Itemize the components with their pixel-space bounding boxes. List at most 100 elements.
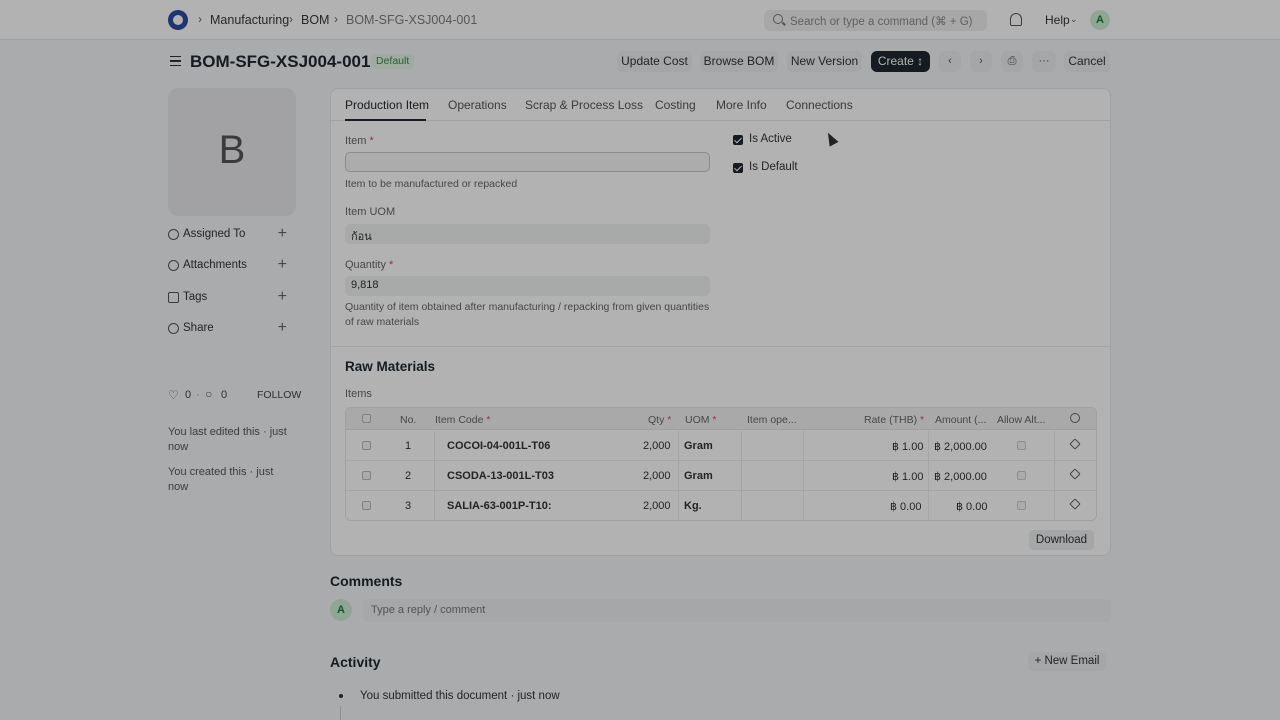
- cell-amount[interactable]: ฿ 2,000.00: [934, 470, 987, 483]
- cell-rate[interactable]: ฿ 1.00: [892, 440, 923, 453]
- sidebar-item-assigned-to[interactable]: Assigned To +: [168, 225, 293, 244]
- plus-icon[interactable]: +: [278, 288, 287, 306]
- column-divider: [1054, 461, 1055, 491]
- edit-icon[interactable]: [1069, 468, 1081, 480]
- timeline-line: [340, 706, 341, 720]
- section-divider: [331, 346, 1110, 347]
- tab-costing[interactable]: Costing: [655, 98, 696, 112]
- follow-button[interactable]: FOLLOW: [257, 389, 301, 401]
- app-logo-icon[interactable]: [168, 10, 188, 30]
- is-default-checkbox[interactable]: [733, 163, 743, 173]
- cell-uom[interactable]: Kg.: [684, 500, 702, 512]
- column-divider: [803, 431, 804, 461]
- avatar[interactable]: A: [1090, 10, 1110, 30]
- update-cost-button[interactable]: Update Cost: [617, 51, 692, 72]
- select-all-checkbox[interactable]: [362, 414, 371, 423]
- item-field[interactable]: [345, 152, 710, 172]
- plus-icon[interactable]: +: [278, 256, 287, 274]
- comments-title: Comments: [330, 573, 403, 589]
- page-head: BOM-SFG-XSJ004-001 Default Update Cost B…: [0, 40, 1280, 84]
- row-select-checkbox[interactable]: [362, 441, 371, 450]
- cell-amount[interactable]: ฿ 0.00: [956, 500, 987, 513]
- cell-uom[interactable]: Gram: [684, 470, 713, 482]
- plus-icon[interactable]: +: [278, 225, 287, 243]
- table-row[interactable]: 3 SALIA-63-001P-T10: 2,000 Kg. ฿ 0.00 ฿ …: [346, 491, 1096, 520]
- tab-production-item[interactable]: Production Item: [345, 98, 429, 112]
- help-menu[interactable]: Help: [1045, 13, 1070, 27]
- search-input[interactable]: Search or type a command (⌘ + G): [764, 10, 987, 31]
- plus-icon[interactable]: +: [278, 319, 287, 337]
- breadcrumb-bom[interactable]: BOM: [301, 13, 329, 27]
- gear-icon[interactable]: [1070, 413, 1080, 423]
- cancel-button[interactable]: Cancel: [1064, 51, 1110, 72]
- quantity-field: 9,818: [345, 276, 710, 296]
- doc-image-placeholder[interactable]: B: [168, 88, 296, 216]
- row-select-checkbox[interactable]: [362, 501, 371, 510]
- cell-no: 2: [405, 470, 412, 482]
- navbar: › Manufacturing › BOM › BOM-SFG-XSJ004-0…: [0, 0, 1280, 40]
- allow-alt-checkbox[interactable]: [1017, 441, 1026, 450]
- new-email-button[interactable]: + New Email: [1028, 652, 1106, 671]
- column-divider: [434, 461, 435, 491]
- activity-entry: You submitted this document · just now: [360, 690, 560, 702]
- edit-icon[interactable]: [1069, 438, 1081, 450]
- column-divider: [434, 491, 435, 520]
- sidebar-item-attachments[interactable]: Attachments +: [168, 256, 293, 275]
- cell-qty[interactable]: 2,000: [643, 440, 671, 452]
- comment-icon[interactable]: ○: [205, 387, 212, 401]
- next-doc-button[interactable]: ›: [970, 51, 992, 72]
- column-divider: [1054, 491, 1055, 520]
- cell-qty[interactable]: 2,000: [643, 470, 671, 482]
- cell-item-code[interactable]: COCOI-04-001L-T06: [447, 440, 550, 452]
- cell-item-code[interactable]: CSODA-13-001L-T03: [447, 470, 554, 482]
- comment-placeholder: Type a reply / comment: [371, 604, 486, 616]
- menu-icon[interactable]: [170, 56, 181, 66]
- breadcrumb-current[interactable]: BOM-SFG-XSJ004-001: [346, 13, 477, 27]
- comment-count: 0: [221, 389, 228, 401]
- cell-qty[interactable]: 2,000: [643, 500, 671, 512]
- download-button[interactable]: Download: [1029, 530, 1094, 550]
- form-card: Production Item Operations Scrap & Proce…: [330, 88, 1111, 556]
- sidebar-item-tags[interactable]: Tags +: [168, 288, 293, 307]
- separator-dot: ·: [196, 389, 200, 401]
- cell-amount[interactable]: ฿ 2,000.00: [934, 440, 987, 453]
- allow-alt-checkbox[interactable]: [1017, 501, 1026, 510]
- column-header-item-code: Item Code *: [435, 414, 491, 426]
- column-divider: [928, 431, 929, 461]
- table-row[interactable]: 1 COCOI-04-001L-T06 2,000 Gram ฿ 1.00 ฿ …: [346, 431, 1096, 461]
- previous-doc-button[interactable]: ‹: [939, 51, 961, 72]
- new-version-button[interactable]: New Version: [787, 51, 862, 72]
- bell-icon[interactable]: [1010, 13, 1022, 26]
- chevron-right-icon: ›: [198, 12, 202, 26]
- more-actions-button[interactable]: ···: [1032, 51, 1056, 72]
- edit-icon[interactable]: [1069, 498, 1081, 510]
- tab-scrap-process-loss[interactable]: Scrap & Process Loss: [525, 98, 643, 112]
- column-divider: [678, 461, 679, 491]
- create-button[interactable]: Create ↕: [871, 51, 930, 72]
- cell-uom[interactable]: Gram: [684, 440, 713, 452]
- is-active-label: Is Active: [749, 133, 792, 145]
- row-select-checkbox[interactable]: [362, 471, 371, 480]
- browse-bom-button[interactable]: Browse BOM: [700, 51, 778, 72]
- breadcrumb-manufacturing[interactable]: Manufacturing: [210, 13, 289, 27]
- cell-rate[interactable]: ฿ 1.00: [892, 470, 923, 483]
- table-row[interactable]: 2 CSODA-13-001L-T03 2,000 Gram ฿ 1.00 ฿ …: [346, 461, 1096, 491]
- allow-alt-checkbox[interactable]: [1017, 471, 1026, 480]
- tab-more-info[interactable]: More Info: [716, 98, 767, 112]
- cell-item-code[interactable]: SALIA-63-001P-T10:: [447, 500, 552, 512]
- sidebar-item-label: Assigned To: [183, 228, 246, 240]
- column-header-qty: Qty *: [648, 414, 672, 426]
- item-uom-label: Item UOM: [345, 206, 396, 218]
- comment-input[interactable]: Type a reply / comment: [363, 599, 1111, 622]
- tab-operations[interactable]: Operations: [448, 98, 507, 112]
- tab-connections[interactable]: Connections: [786, 98, 853, 112]
- is-active-checkbox[interactable]: [733, 135, 743, 145]
- print-button[interactable]: ⎙: [1001, 51, 1023, 72]
- quantity-description: Quantity of item obtained after manufact…: [345, 301, 710, 328]
- heart-icon[interactable]: ♡: [168, 388, 179, 402]
- chevron-right-icon: ›: [289, 12, 293, 26]
- assign-icon: [168, 229, 179, 240]
- paperclip-icon: [168, 260, 179, 271]
- cell-rate[interactable]: ฿ 0.00: [890, 500, 921, 513]
- sidebar-item-share[interactable]: Share +: [168, 319, 293, 338]
